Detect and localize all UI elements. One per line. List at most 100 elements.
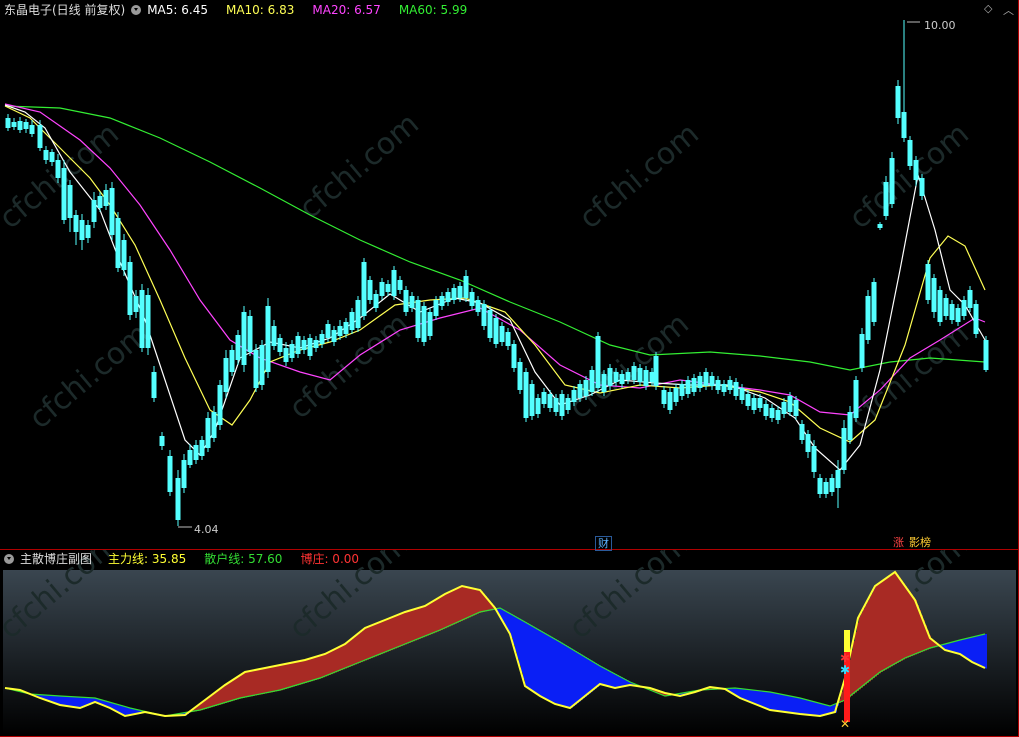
candle-down — [277, 338, 283, 352]
candle-down — [139, 290, 145, 348]
candle-down — [415, 300, 421, 338]
candle-down — [451, 288, 457, 300]
candle-down — [565, 398, 571, 410]
candle-down — [877, 224, 883, 228]
candle-down — [29, 125, 35, 134]
candle-down — [901, 112, 907, 138]
candle-down — [553, 398, 559, 412]
candle-down — [583, 380, 589, 396]
candle-down — [91, 200, 97, 222]
signal-cross-icon: ✕ — [840, 717, 850, 731]
candle-down — [661, 390, 667, 404]
candle-down — [5, 118, 11, 128]
candle-down — [673, 388, 679, 402]
candle-down — [919, 178, 925, 196]
main-chart-header: 东晶电子(日线 前复权) MA5: 6.45 MA10: 6.83 MA20: … — [4, 2, 479, 18]
candle-down — [895, 86, 901, 118]
candle-down — [433, 300, 439, 316]
candlestick-chart: cfchi.com cfchi.com cfchi.com cfchi.com cfch… — [0, 0, 1019, 550]
diamond-icon[interactable]: ◇ — [984, 2, 992, 15]
candle-down — [889, 158, 895, 204]
candle-down — [319, 334, 325, 344]
candle-down — [445, 292, 451, 302]
candle-down — [691, 378, 697, 392]
candle-down — [871, 282, 877, 322]
candle-down — [643, 370, 649, 386]
candle-down — [199, 440, 205, 456]
candle-down — [763, 404, 769, 416]
candle-down — [703, 372, 709, 386]
dragon-tiger-tag[interactable]: 影榜 — [907, 536, 933, 549]
candle-down — [505, 332, 511, 346]
candle-down — [397, 280, 403, 290]
candle-down — [835, 470, 841, 488]
candle-down — [343, 322, 349, 334]
candle-down — [523, 372, 529, 418]
candle-down — [193, 445, 199, 460]
candle-down — [967, 290, 973, 308]
candle-down — [469, 292, 475, 306]
candle-down — [745, 394, 751, 406]
candle-down — [547, 394, 553, 408]
retail-line-label: 散户线: 57.60 — [204, 552, 283, 566]
candle-down — [961, 300, 967, 316]
candle-down — [289, 344, 295, 358]
candle-down — [727, 380, 733, 390]
candle-down — [223, 358, 229, 392]
candle-down — [697, 376, 703, 388]
candle-down — [715, 380, 721, 390]
watermark: cfchi.com — [23, 316, 156, 436]
sub-chart-panel[interactable]: cfchi.comcfchi.comcfchi.comcfchi.com✱✱✕ … — [0, 550, 1019, 737]
candle-down — [475, 300, 481, 312]
candle-down — [217, 385, 223, 425]
sub-chart-title: 主散博庄副图 — [20, 552, 93, 566]
high-price-label: 10.00 — [924, 19, 956, 32]
candle-down — [355, 300, 361, 328]
ma10-label: MA10: 6.83 — [225, 3, 295, 17]
candle-down — [301, 340, 307, 350]
candle-down — [781, 402, 787, 414]
candle-down — [229, 350, 235, 372]
watermark: cfchi.com — [573, 116, 706, 236]
dropdown-icon[interactable] — [4, 554, 14, 564]
candle-down — [49, 152, 55, 162]
candle-down — [175, 478, 181, 520]
candle-down — [109, 188, 115, 235]
main-force-label: 主力线: 35.85 — [108, 552, 187, 566]
candle-down — [619, 374, 625, 384]
candle-down — [487, 310, 493, 338]
candle-down — [349, 312, 355, 330]
low-price-label: 4.04 — [194, 523, 219, 536]
ma20-line — [4, 103, 986, 416]
candle-down — [685, 380, 691, 394]
candle-down — [613, 372, 619, 382]
candle-down — [325, 324, 331, 338]
candle-down — [409, 296, 415, 308]
candle-down — [799, 424, 805, 440]
finance-tag[interactable]: 财 — [595, 536, 612, 551]
candle-down — [625, 372, 631, 380]
candle-down — [61, 168, 67, 220]
candle-down — [829, 478, 835, 492]
candle-down — [751, 398, 757, 410]
candle-down — [883, 182, 889, 216]
ma20-label: MA20: 6.57 — [312, 3, 381, 17]
main-retail-chart: cfchi.comcfchi.comcfchi.comcfchi.com✱✱✕ — [0, 550, 1019, 737]
candle-down — [73, 215, 79, 232]
candle-down — [853, 380, 859, 418]
candle-down — [907, 140, 913, 166]
limit-up-tag[interactable]: 涨 — [891, 536, 906, 549]
candle-down — [211, 412, 217, 438]
candle-down — [805, 434, 811, 452]
candle-down — [421, 306, 427, 342]
chevron-up-icon[interactable]: ︿ — [1003, 2, 1014, 18]
dropdown-icon[interactable] — [131, 5, 142, 15]
bozhuang-bar-top — [844, 630, 850, 652]
candle-down — [841, 428, 847, 470]
candle-down — [983, 340, 989, 370]
candle-down — [709, 376, 715, 386]
candle-down — [541, 392, 547, 404]
main-chart-panel[interactable]: cfchi.com cfchi.com cfchi.com cfchi.com cfch… — [0, 0, 1019, 551]
candle-down — [577, 384, 583, 398]
candle-down — [511, 344, 517, 368]
